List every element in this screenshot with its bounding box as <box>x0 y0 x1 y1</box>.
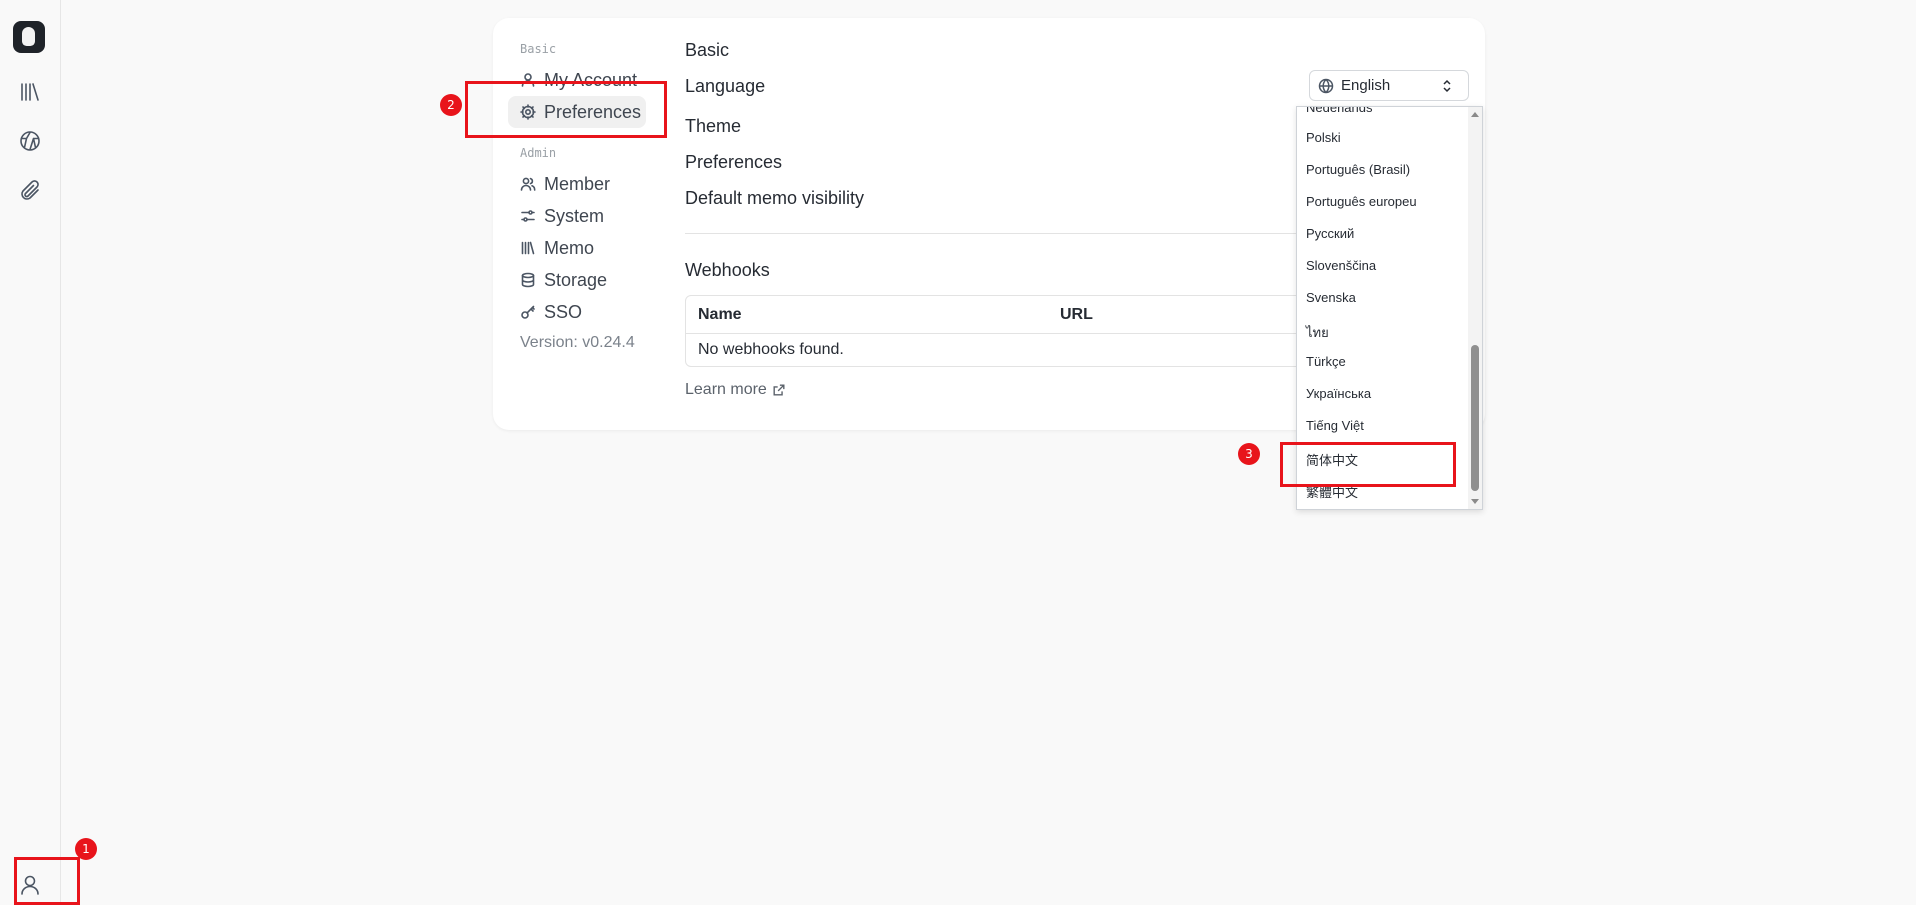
language-option[interactable]: Slovenščina <box>1306 258 1376 273</box>
section-label-basic: Basic <box>520 42 557 56</box>
annotation-box-2 <box>465 81 667 138</box>
language-option[interactable]: Türkçe <box>1306 354 1346 369</box>
language-option[interactable]: Svenska <box>1306 290 1356 305</box>
explore-icon[interactable] <box>18 129 42 153</box>
language-select-value: English <box>1341 77 1391 94</box>
language-select[interactable]: English <box>1309 70 1469 101</box>
globe-icon <box>1318 78 1334 93</box>
sidebar-item-memo[interactable]: Memo <box>520 232 594 264</box>
key-icon <box>521 305 535 319</box>
sidebar-item-label: System <box>544 205 605 226</box>
paperclip-icon[interactable] <box>18 179 42 203</box>
users-icon <box>520 177 536 191</box>
language-option[interactable]: Українська <box>1306 386 1371 401</box>
annotation-box-1 <box>14 857 80 905</box>
default-memo-visibility-label: Default memo visibility <box>685 188 865 208</box>
column-header-name: Name <box>698 306 742 323</box>
logo-icon[interactable] <box>13 21 45 53</box>
left-navigation-rail <box>0 0 61 905</box>
chevron-updown-icon <box>1443 79 1451 93</box>
language-label: Language <box>685 76 766 96</box>
learn-more-link[interactable]: Learn more <box>685 381 786 399</box>
sidebar-item-label: SSO <box>544 301 583 322</box>
annotation-number-2: 2 <box>440 94 462 116</box>
dropdown-scrollbar[interactable] <box>1468 107 1482 509</box>
scrollbar-thumb[interactable] <box>1471 345 1479 491</box>
scroll-up-icon[interactable] <box>1471 112 1479 117</box>
page-section-heading: Basic <box>685 40 730 60</box>
sidebar-item-label: Memo <box>544 237 595 258</box>
sidebar-item-sso[interactable]: SSO <box>520 296 582 328</box>
annotation-number-3: 3 <box>1238 443 1260 465</box>
language-option[interactable]: Русский <box>1306 226 1354 241</box>
version-label: Version: v0.24.4 <box>520 334 635 351</box>
sidebar-item-label: Member <box>544 173 611 194</box>
learn-more-label: Learn more <box>685 381 767 398</box>
sidebar-item-member[interactable]: Member <box>520 168 610 200</box>
sidebar-item-system[interactable]: System <box>520 200 604 232</box>
external-link-icon <box>773 384 785 396</box>
language-option[interactable]: Nederlands <box>1306 107 1373 115</box>
sidebar-item-storage[interactable]: Storage <box>520 264 607 296</box>
language-option[interactable]: Português europeu <box>1306 194 1417 209</box>
annotation-number-1: 1 <box>75 838 97 860</box>
annotation-box-3 <box>1280 442 1456 487</box>
scroll-down-icon[interactable] <box>1471 499 1479 504</box>
column-header-url: URL <box>1060 306 1093 323</box>
language-option[interactable]: ไทย <box>1306 322 1329 343</box>
library-icon <box>521 241 535 255</box>
preferences-label: Preferences <box>685 152 783 172</box>
library-icon[interactable] <box>18 80 42 104</box>
section-label-admin: Admin <box>520 146 557 160</box>
language-option[interactable]: Português (Brasil) <box>1306 162 1410 177</box>
database-icon <box>521 272 535 288</box>
webhooks-title: Webhooks <box>685 260 770 280</box>
sidebar-item-label: Storage <box>544 269 608 290</box>
table-empty-message: No webhooks found. <box>698 341 844 358</box>
language-option[interactable]: Polski <box>1306 130 1341 145</box>
language-option[interactable]: Tiếng Việt <box>1306 418 1364 433</box>
theme-label: Theme <box>685 116 742 136</box>
settings-icon <box>521 210 535 222</box>
